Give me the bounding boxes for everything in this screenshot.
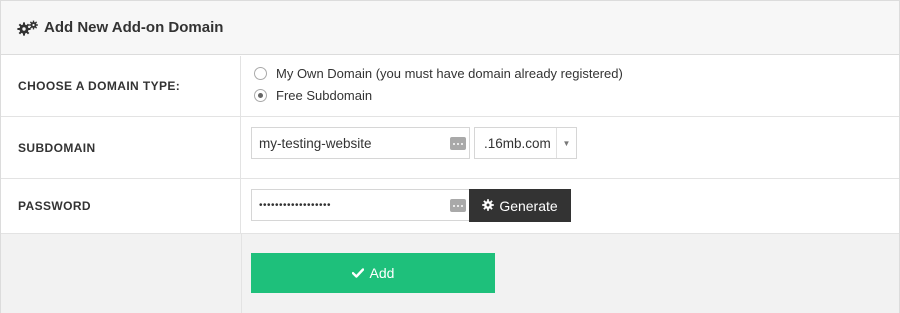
panel-header: Add New Add-on Domain xyxy=(1,1,899,55)
password-input[interactable]: •••••••••••••••••• xyxy=(251,189,470,221)
ellipsis-icon[interactable] xyxy=(450,137,466,150)
radio-own-domain-label[interactable]: My Own Domain (you must have domain alre… xyxy=(276,66,623,81)
checkmark-icon xyxy=(351,265,364,281)
domain-type-label-cell: CHOOSE A DOMAIN TYPE: xyxy=(1,56,241,116)
ellipsis-icon[interactable] xyxy=(450,199,466,212)
generate-label: Generate xyxy=(499,197,558,214)
chevron-down-icon[interactable]: ▼ xyxy=(556,128,576,158)
password-input-value: •••••••••••••••••• xyxy=(259,199,332,211)
add-button[interactable]: Add xyxy=(251,253,495,293)
radio-option-own-domain[interactable]: My Own Domain (you must have domain alre… xyxy=(254,66,623,81)
domain-suffix-value: .16mb.com xyxy=(484,135,551,151)
domain-type-row: CHOOSE A DOMAIN TYPE: My Own Domain (you… xyxy=(1,56,899,117)
password-fields: •••••••••••••••••• Generate xyxy=(242,179,899,233)
subdomain-input-value: my-testing-website xyxy=(259,135,372,151)
subdomain-row: SUBDOMAIN my-testing-website .16mb.com ▼ xyxy=(1,117,899,179)
subdomain-input[interactable]: my-testing-website xyxy=(251,127,470,159)
add-on-domain-panel: Add New Add-on Domain CHOOSE A DOMAIN TY… xyxy=(0,0,900,313)
subdomain-label: SUBDOMAIN xyxy=(18,140,96,155)
domain-type-options: My Own Domain (you must have domain alre… xyxy=(242,56,899,116)
radio-own-domain[interactable] xyxy=(254,67,267,80)
subdomain-fields: my-testing-website .16mb.com ▼ xyxy=(242,117,899,178)
page-title: Add New Add-on Domain xyxy=(44,19,224,36)
form-footer: Add xyxy=(1,234,899,313)
add-label: Add xyxy=(369,265,395,281)
domain-suffix-select[interactable]: .16mb.com ▼ xyxy=(474,127,577,159)
domain-type-label: CHOOSE A DOMAIN TYPE: xyxy=(18,79,181,93)
password-label: PASSWORD xyxy=(18,199,91,213)
footer-divider xyxy=(241,234,242,313)
radio-free-subdomain[interactable] xyxy=(254,89,267,102)
password-row: PASSWORD •••••••••••••••••• Generate xyxy=(1,179,899,234)
cog-icon xyxy=(482,198,495,214)
generate-button[interactable]: Generate xyxy=(469,189,571,222)
subdomain-label-cell: SUBDOMAIN xyxy=(1,117,241,178)
password-label-cell: PASSWORD xyxy=(1,179,241,233)
gears-icon xyxy=(17,20,39,36)
radio-free-subdomain-label[interactable]: Free Subdomain xyxy=(276,88,372,103)
radio-option-free-subdomain[interactable]: Free Subdomain xyxy=(254,88,372,103)
